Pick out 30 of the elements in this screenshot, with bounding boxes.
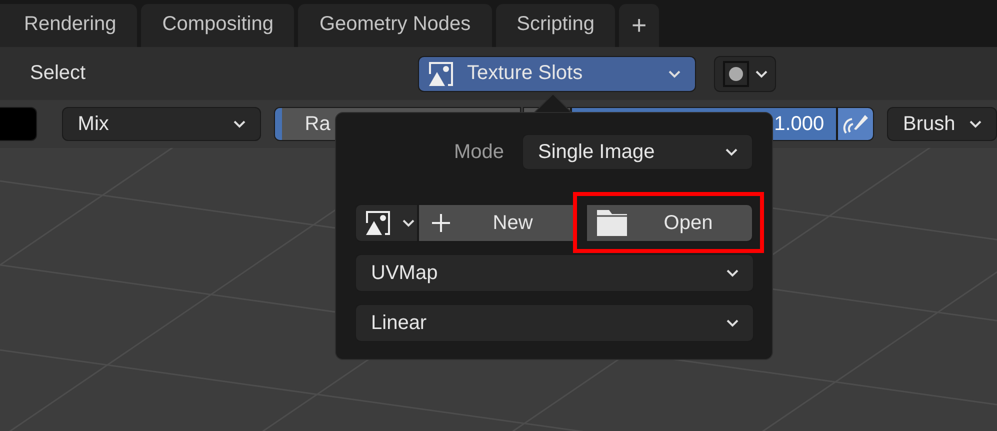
interpolation-dropdown[interactable]: Linear — [355, 304, 754, 342]
caret-icon — [668, 70, 681, 78]
mode-label: Mode — [454, 140, 504, 164]
caret-icon — [755, 70, 768, 78]
caret-icon — [402, 219, 415, 227]
workspace-tab[interactable]: Rendering — [0, 4, 138, 47]
image-dropdown[interactable] — [355, 204, 418, 242]
folder-icon — [596, 210, 627, 236]
plus-icon — [431, 213, 451, 233]
mode-dropdown[interactable]: Single Image — [522, 134, 753, 170]
blend-mode-dropdown[interactable]: Mix — [62, 107, 261, 141]
caret-icon — [968, 120, 982, 128]
caret-icon — [726, 319, 739, 327]
workspace-tab[interactable]: Geometry Nodes — [298, 4, 492, 47]
workspace-tab[interactable]: Scripting — [496, 4, 616, 47]
pen-pressure-button[interactable] — [837, 107, 874, 141]
image-icon — [364, 209, 392, 237]
uv-map-dropdown[interactable]: UVMap — [355, 254, 754, 292]
caret-icon — [232, 120, 246, 128]
caret-icon — [725, 148, 738, 156]
image-icon — [427, 60, 455, 88]
workspace-tab[interactable]: Compositing — [141, 4, 294, 47]
brush-dropdown[interactable]: Brush — [886, 107, 997, 141]
open-button[interactable]: Open — [586, 204, 753, 242]
caret-icon — [726, 269, 739, 277]
select-menu[interactable]: Select — [30, 62, 418, 85]
color-swatch[interactable] — [0, 107, 37, 141]
texture-slots-dropdown[interactable]: Texture Slots — [418, 56, 696, 92]
shading-dropdown[interactable] — [714, 56, 776, 92]
add-tab-button[interactable]: + — [619, 4, 659, 47]
